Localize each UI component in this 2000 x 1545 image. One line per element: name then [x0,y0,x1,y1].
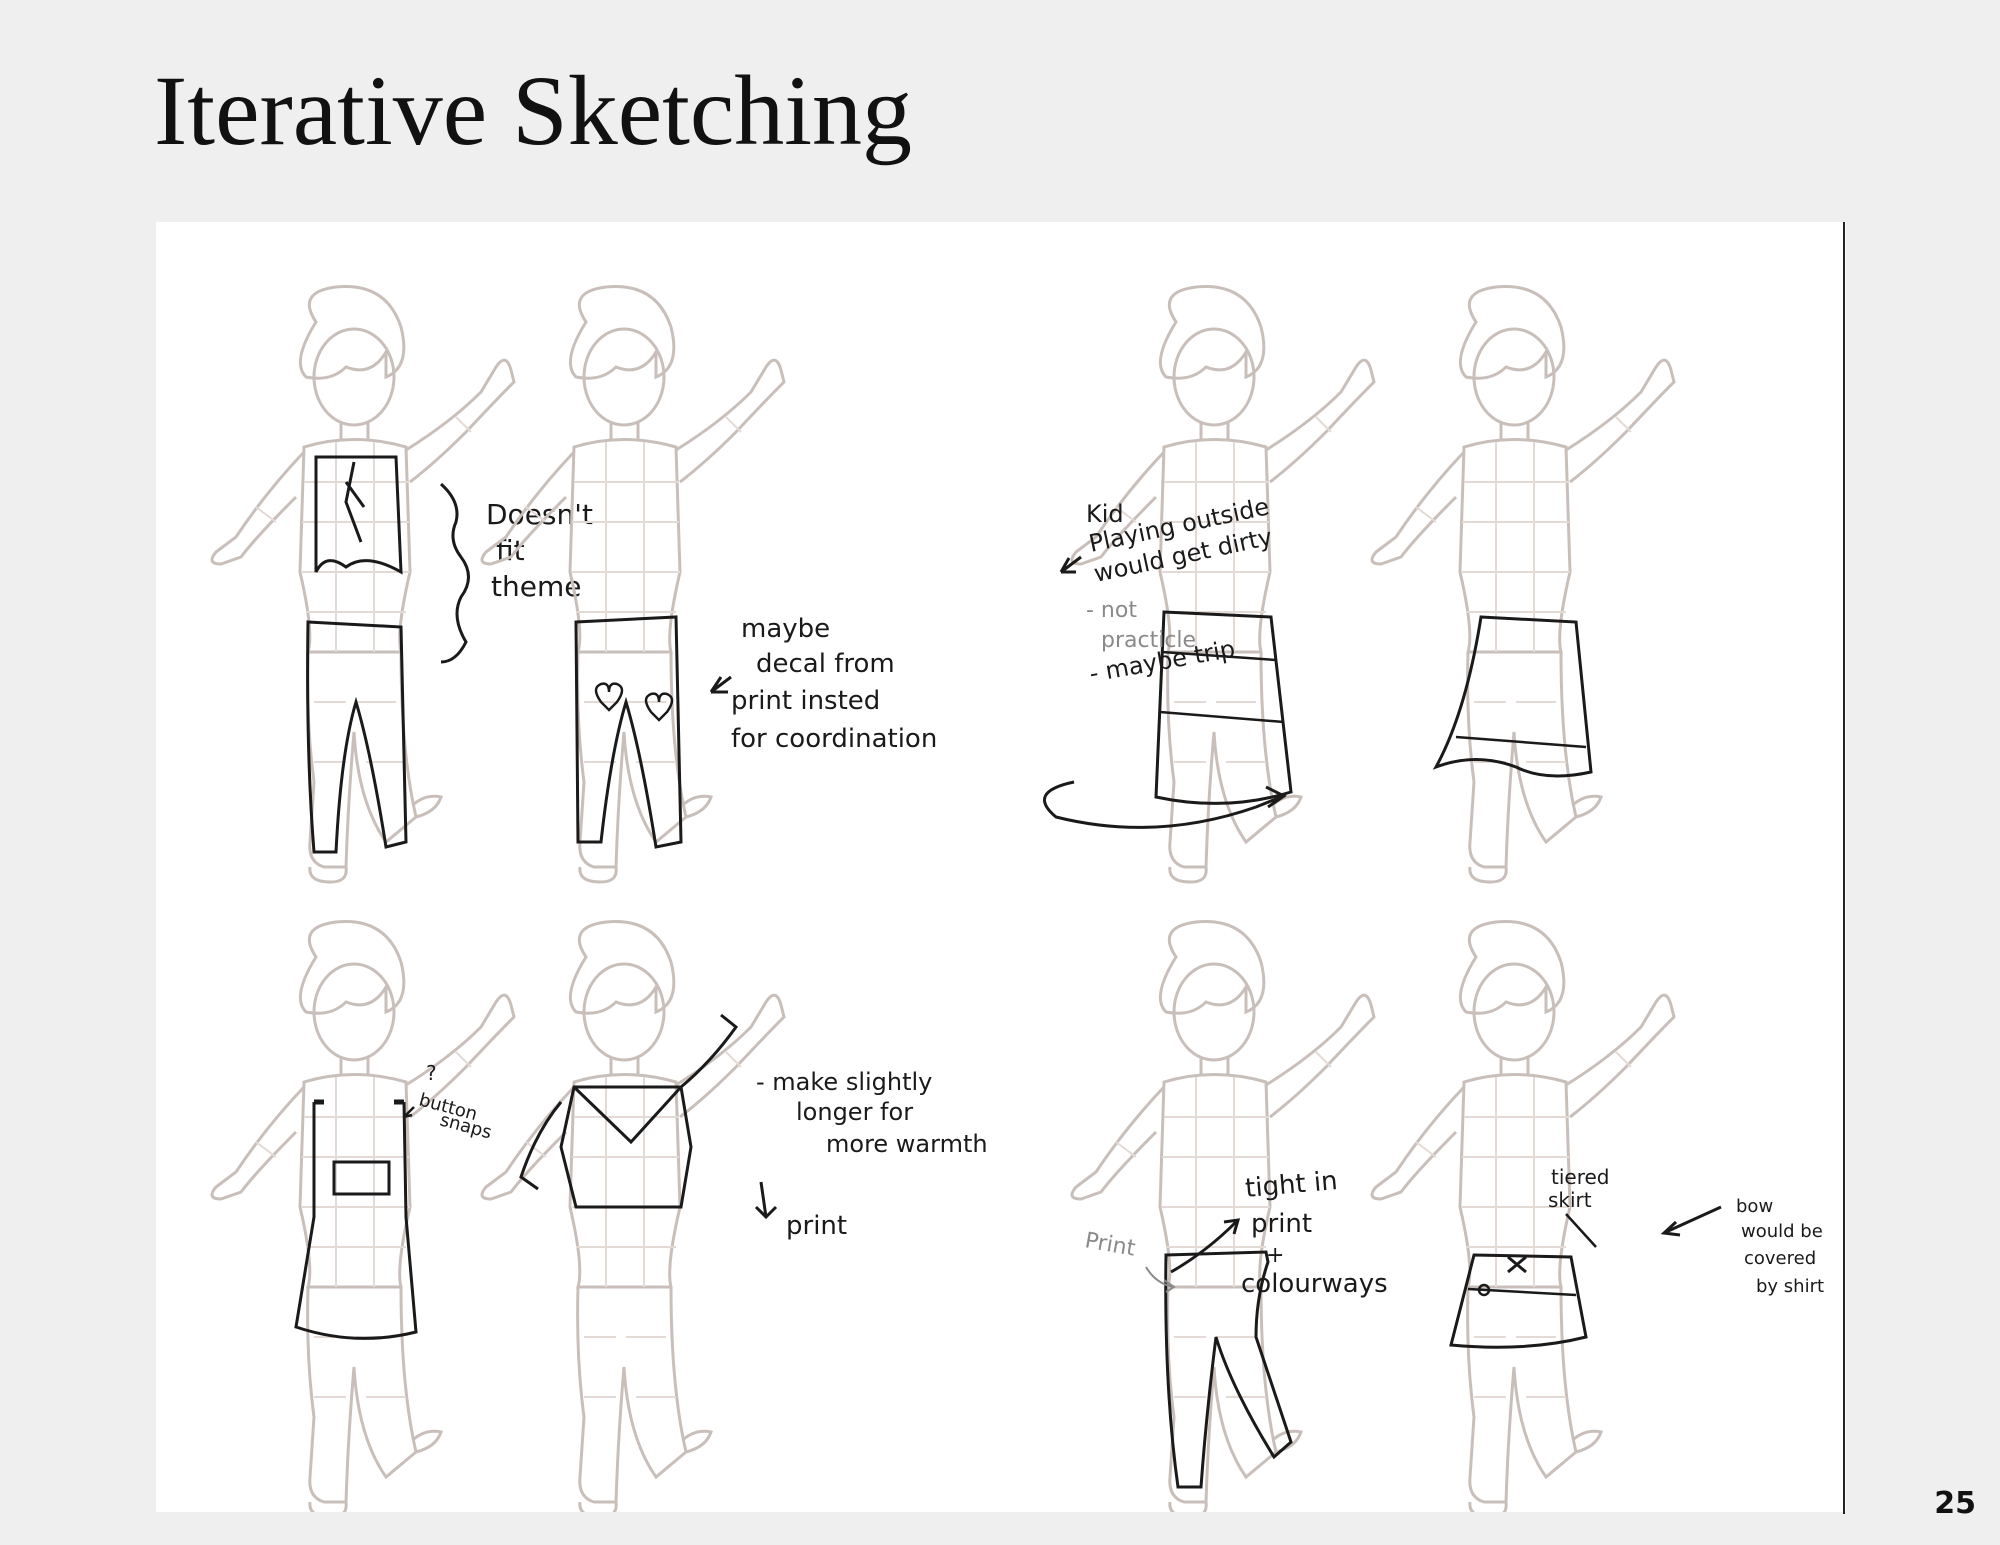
note-print-grey: Print [1083,1228,1138,1261]
note-by-shirt: by shirt [1756,1276,1824,1297]
figure-bow-skirt [1370,920,1676,1519]
figure-collared-top [480,920,786,1519]
note-print-insted: print insted [731,686,880,716]
page-number: 25 [1934,1486,1976,1521]
note-bow: bow [1736,1196,1773,1217]
note-print: print [1251,1209,1312,1239]
note-make-longer: - make slightly longer for more warmth p… [754,1068,988,1241]
note-colourways: colourways [1241,1269,1388,1299]
figure-tiered-skirt-short [1370,285,1676,884]
note-snaps: snaps [438,1110,494,1144]
note-more-warmth: more warmth [826,1130,988,1158]
note-tiered: tiered [1551,1165,1610,1189]
note-bow-covered: bow would be covered by shirt [1660,1196,1824,1297]
note-question: ? [426,1061,437,1085]
note-tight-in-print: tight in print + colourways [1170,1166,1388,1299]
note-tight-in: tight in [1244,1166,1339,1204]
note-theme: theme [491,570,581,603]
note-would-be: would be [1741,1221,1823,1242]
note-print-label: Print [1083,1228,1176,1293]
note-print-arrow: print [786,1211,847,1241]
swap-arrow [1043,780,1287,829]
note-covered: covered [1744,1248,1816,1269]
note-maybe-decal: maybe decal from print insted for coordi… [709,614,937,754]
note-longer-for: longer for [796,1098,913,1126]
note-make-slightly: - make slightly [756,1068,932,1096]
panel-divider [1843,222,1845,1514]
sketch-canvas: Doesn't fit theme maybe decal from print… [210,285,1824,1519]
note-decal-from: decal from [756,649,895,679]
figure-leggings [1070,920,1376,1519]
note-skirt: skirt [1548,1188,1592,1212]
figure-pinafore [210,920,516,1519]
sketch-panel: Doesn't fit theme maybe decal from print… [156,222,1846,1519]
note-plus: + [1266,1243,1284,1268]
figure-tiered-skirt-long [1070,285,1376,884]
note-for-coordination: for coordination [731,724,937,754]
slide-title: Iterative Sketching [154,55,913,166]
note-button-snaps: ? button snaps [403,1061,494,1144]
note-maybe: maybe [741,614,830,644]
note-not: - not [1086,598,1137,623]
note-tiered-skirt: tiered skirt [1548,1165,1610,1248]
